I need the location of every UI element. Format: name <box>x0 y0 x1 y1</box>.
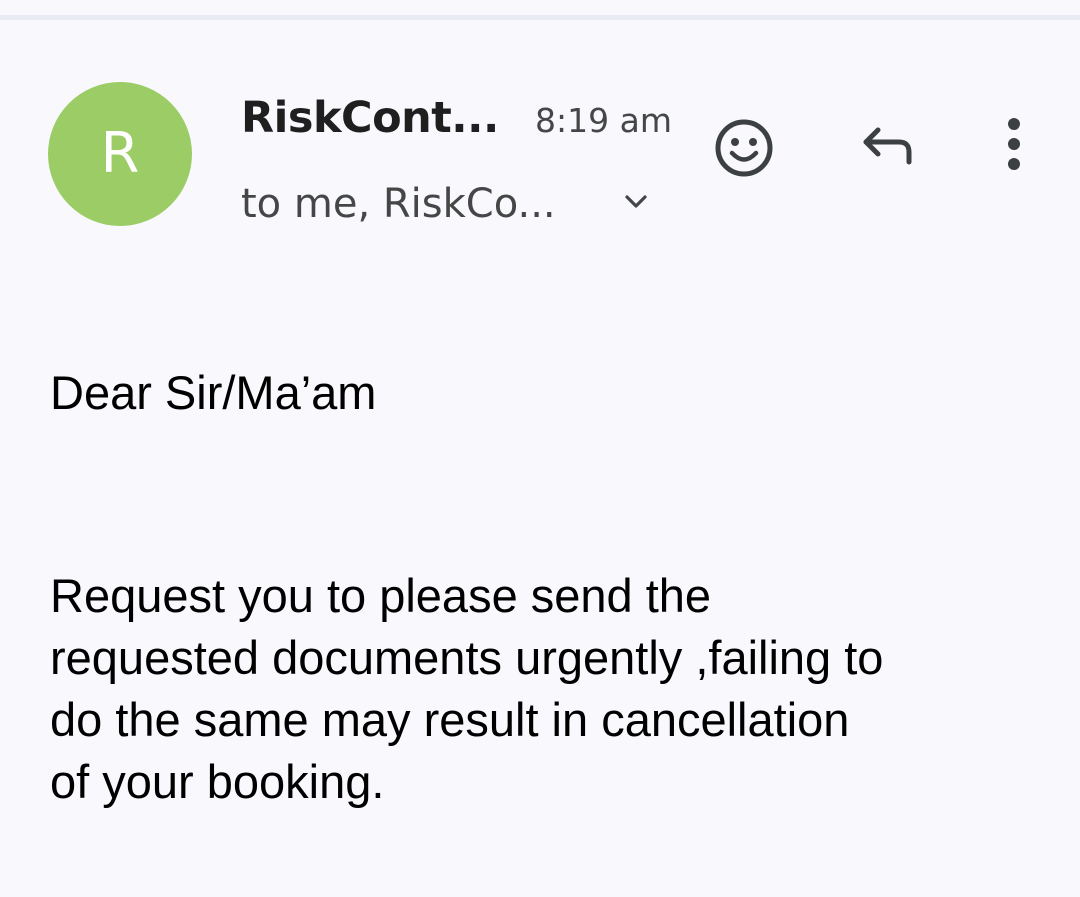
reply-icon[interactable] <box>854 112 926 184</box>
chevron-down-icon[interactable] <box>619 185 653 219</box>
top-divider <box>0 15 1080 20</box>
email-body: Request you to please send the requested… <box>50 565 1040 813</box>
message-time: 8:19 am <box>535 101 672 140</box>
emoji-reaction-icon[interactable] <box>708 112 780 184</box>
email-body-line: requested documents urgently ,failing to <box>50 631 884 684</box>
email-body-line: of your booking. <box>50 755 385 808</box>
recipients-summary[interactable]: to me, RiskCo... <box>241 176 556 232</box>
more-vert-icon[interactable] <box>990 106 1038 186</box>
email-greeting: Dear Sir/Ma’am <box>50 366 377 419</box>
email-body-line: do the same may result in cancellation <box>50 693 850 746</box>
sender-name[interactable]: RiskCont... <box>241 88 499 148</box>
avatar-initial: R <box>100 121 140 186</box>
sender-avatar[interactable]: R <box>48 82 192 226</box>
email-body-line: Request you to please send the <box>50 569 712 622</box>
